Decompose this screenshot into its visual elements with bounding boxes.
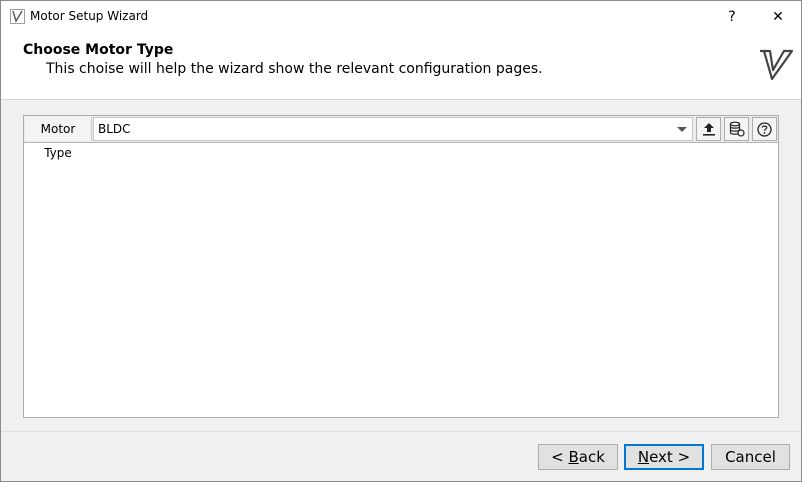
next-button[interactable]: Next > (624, 444, 704, 470)
footer-divider (1, 431, 801, 432)
next-label-rest: ext > (649, 448, 691, 466)
wizard-header: Choose Motor Type This choise will help … (1, 32, 801, 100)
cancel-button[interactable]: Cancel (711, 444, 790, 470)
help-button[interactable]: ? (709, 1, 755, 32)
page-title: Choose Motor Type (23, 42, 174, 58)
upload-icon (702, 123, 715, 136)
back-prefix: < (551, 448, 569, 466)
motor-type-value: BLDC (98, 122, 131, 136)
close-icon: ✕ (772, 8, 784, 25)
motor-type-row: Motor Type BLDC (24, 116, 778, 160)
back-mnemonic: B (568, 448, 579, 466)
back-label-rest: ack (578, 448, 605, 466)
vesc-logo-icon (760, 49, 794, 81)
next-mnemonic: N (637, 448, 650, 466)
help-glyph: ? (728, 8, 736, 25)
help-circle-icon (757, 121, 772, 137)
app-logo-icon (10, 9, 25, 24)
cancel-label: Cancel (725, 448, 776, 466)
wizard-window: Motor Setup Wizard ? ✕ Choose Motor Type… (0, 0, 802, 482)
database-reset-icon (729, 121, 745, 137)
window-title: Motor Setup Wizard (30, 9, 149, 23)
reset-default-button[interactable] (724, 117, 749, 141)
chevron-down-icon (677, 127, 687, 132)
back-button[interactable]: < Back (538, 444, 618, 470)
motor-type-panel: Motor Type BLDC (23, 115, 779, 418)
upload-button[interactable] (696, 117, 721, 141)
close-button[interactable]: ✕ (755, 1, 801, 32)
motor-type-select[interactable]: BLDC (93, 117, 693, 141)
title-bar: Motor Setup Wizard ? ✕ (1, 1, 801, 32)
help-param-button[interactable] (752, 117, 777, 141)
page-subtitle: This choise will help the wizard show th… (46, 61, 543, 77)
motor-type-label: Motor Type (25, 117, 92, 160)
